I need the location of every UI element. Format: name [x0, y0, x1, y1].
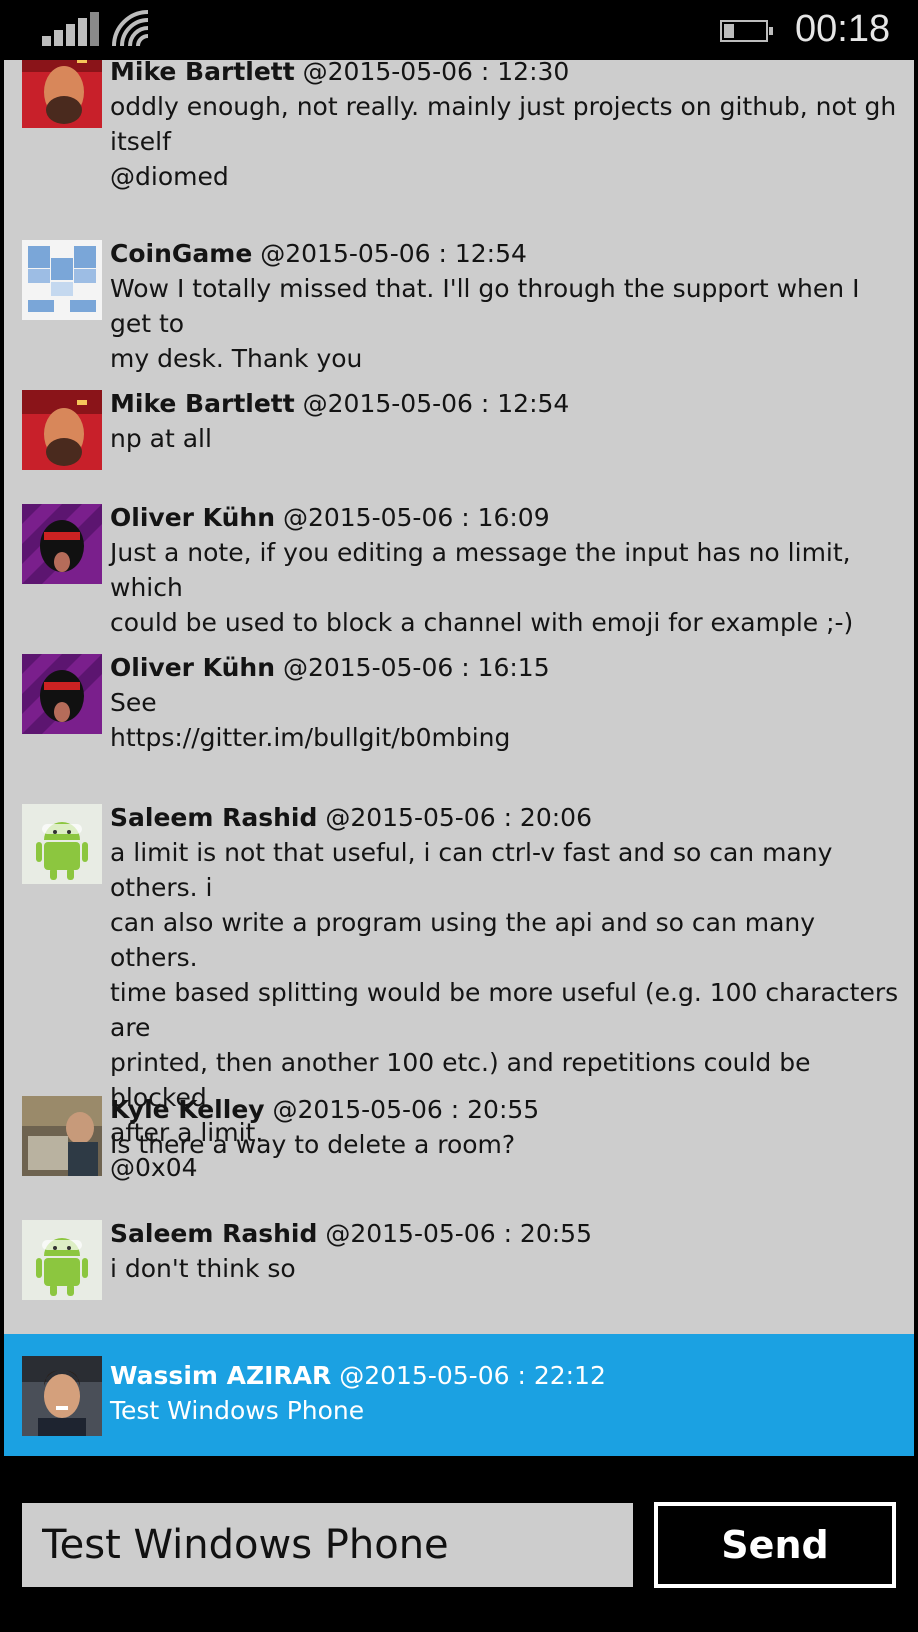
message-timestamp: @2015-05-06 : 12:54	[302, 389, 570, 418]
message-body: Test Windows Phone	[110, 1396, 365, 1425]
message-item[interactable]: Oliver Kühn @2015-05-06 : 16:09 Just a n…	[4, 494, 914, 644]
android-avatar-icon	[22, 1220, 102, 1300]
oliver-kuhn-avatar-icon	[22, 504, 102, 584]
message-author[interactable]: Mike Bartlett	[110, 60, 295, 86]
android-avatar-icon	[22, 804, 102, 884]
coingame-avatar-icon	[22, 240, 102, 320]
avatar[interactable]	[22, 504, 102, 584]
avatar[interactable]	[22, 60, 102, 128]
message-author[interactable]: Wassim AZIRAR	[110, 1361, 331, 1390]
message-item[interactable]: Kyle Kelley @2015-05-06 : 20:55 Is there…	[4, 1086, 914, 1210]
avatar[interactable]	[22, 1220, 102, 1300]
message-item[interactable]: Mike Bartlett @2015-05-06 : 12:54 np at …	[4, 380, 914, 495]
message-author[interactable]: Saleem Rashid	[110, 803, 317, 832]
message-timestamp: @2015-05-06 : 20:55	[325, 1219, 592, 1248]
message-author[interactable]: Mike Bartlett	[110, 389, 295, 418]
message-timestamp: @2015-05-06 : 20:06	[325, 803, 592, 832]
message-item[interactable]: Saleem Rashid @2015-05-06 : 20:06 a limi…	[4, 794, 914, 1182]
message-timestamp: @2015-05-06 : 22:12	[339, 1361, 606, 1390]
avatar[interactable]	[22, 390, 102, 470]
message-item-selected[interactable]: Wassim AZIRAR @2015-05-06 : 22:12 Test W…	[4, 1334, 914, 1456]
wifi-icon	[112, 10, 149, 47]
message-author[interactable]: Oliver Kühn	[110, 503, 275, 532]
message-author[interactable]: Kyle Kelley	[110, 1095, 265, 1124]
message-body: See https://gitter.im/bullgit/b0mbing	[110, 688, 511, 752]
message-body: Is there a way to delete a room?	[110, 1130, 516, 1159]
kyle-kelley-avatar-icon	[22, 1096, 102, 1176]
message-body: i don't think so	[110, 1254, 296, 1283]
message-item[interactable]: Mike Bartlett @2015-05-06 : 12:30 oddly …	[4, 60, 914, 230]
message-input[interactable]	[22, 1503, 633, 1587]
message-timestamp: @2015-05-06 : 16:15	[282, 653, 550, 682]
message-author[interactable]: CoinGame	[110, 239, 252, 268]
status-bar: 00:18	[0, 0, 918, 60]
avatar[interactable]	[22, 1356, 102, 1436]
oliver-kuhn-avatar-icon	[22, 654, 102, 734]
message-item[interactable]: Saleem Rashid @2015-05-06 : 20:55 i don'…	[4, 1210, 914, 1334]
composer-bar: Send	[0, 1456, 918, 1632]
message-timestamp: @2015-05-06 : 20:55	[272, 1095, 540, 1124]
message-timestamp: @2015-05-06 : 12:30	[302, 60, 570, 86]
avatar[interactable]	[22, 654, 102, 734]
message-author[interactable]: Oliver Kühn	[110, 653, 275, 682]
message-body: np at all	[110, 424, 212, 453]
message-body: oddly enough, not really. mainly just pr…	[110, 92, 897, 191]
send-button[interactable]: Send	[654, 1502, 896, 1588]
avatar[interactable]	[22, 1096, 102, 1176]
wassim-azirar-avatar-icon	[22, 1356, 102, 1436]
message-author[interactable]: Saleem Rashid	[110, 1219, 317, 1248]
message-item[interactable]: Oliver Kühn @2015-05-06 : 16:15 See http…	[4, 644, 914, 794]
message-body: Wow I totally missed that. I'll go throu…	[110, 274, 860, 373]
clock: 00:18	[795, 8, 891, 50]
message-body: Just a note, if you editing a message th…	[110, 538, 854, 637]
avatar[interactable]	[22, 240, 102, 320]
message-item[interactable]: CoinGame @2015-05-06 : 12:54 Wow I total…	[4, 230, 914, 380]
signal-strength-icon	[42, 12, 99, 46]
avatar[interactable]	[22, 804, 102, 884]
battery-icon	[720, 20, 773, 42]
mike-bartlett-avatar-icon	[22, 390, 102, 470]
message-timestamp: @2015-05-06 : 12:54	[260, 239, 527, 268]
mike-bartlett-avatar-icon	[22, 60, 102, 128]
message-timestamp: @2015-05-06 : 16:09	[282, 503, 550, 532]
message-list[interactable]: Mike Bartlett @2015-05-06 : 12:30 oddly …	[4, 60, 914, 1456]
